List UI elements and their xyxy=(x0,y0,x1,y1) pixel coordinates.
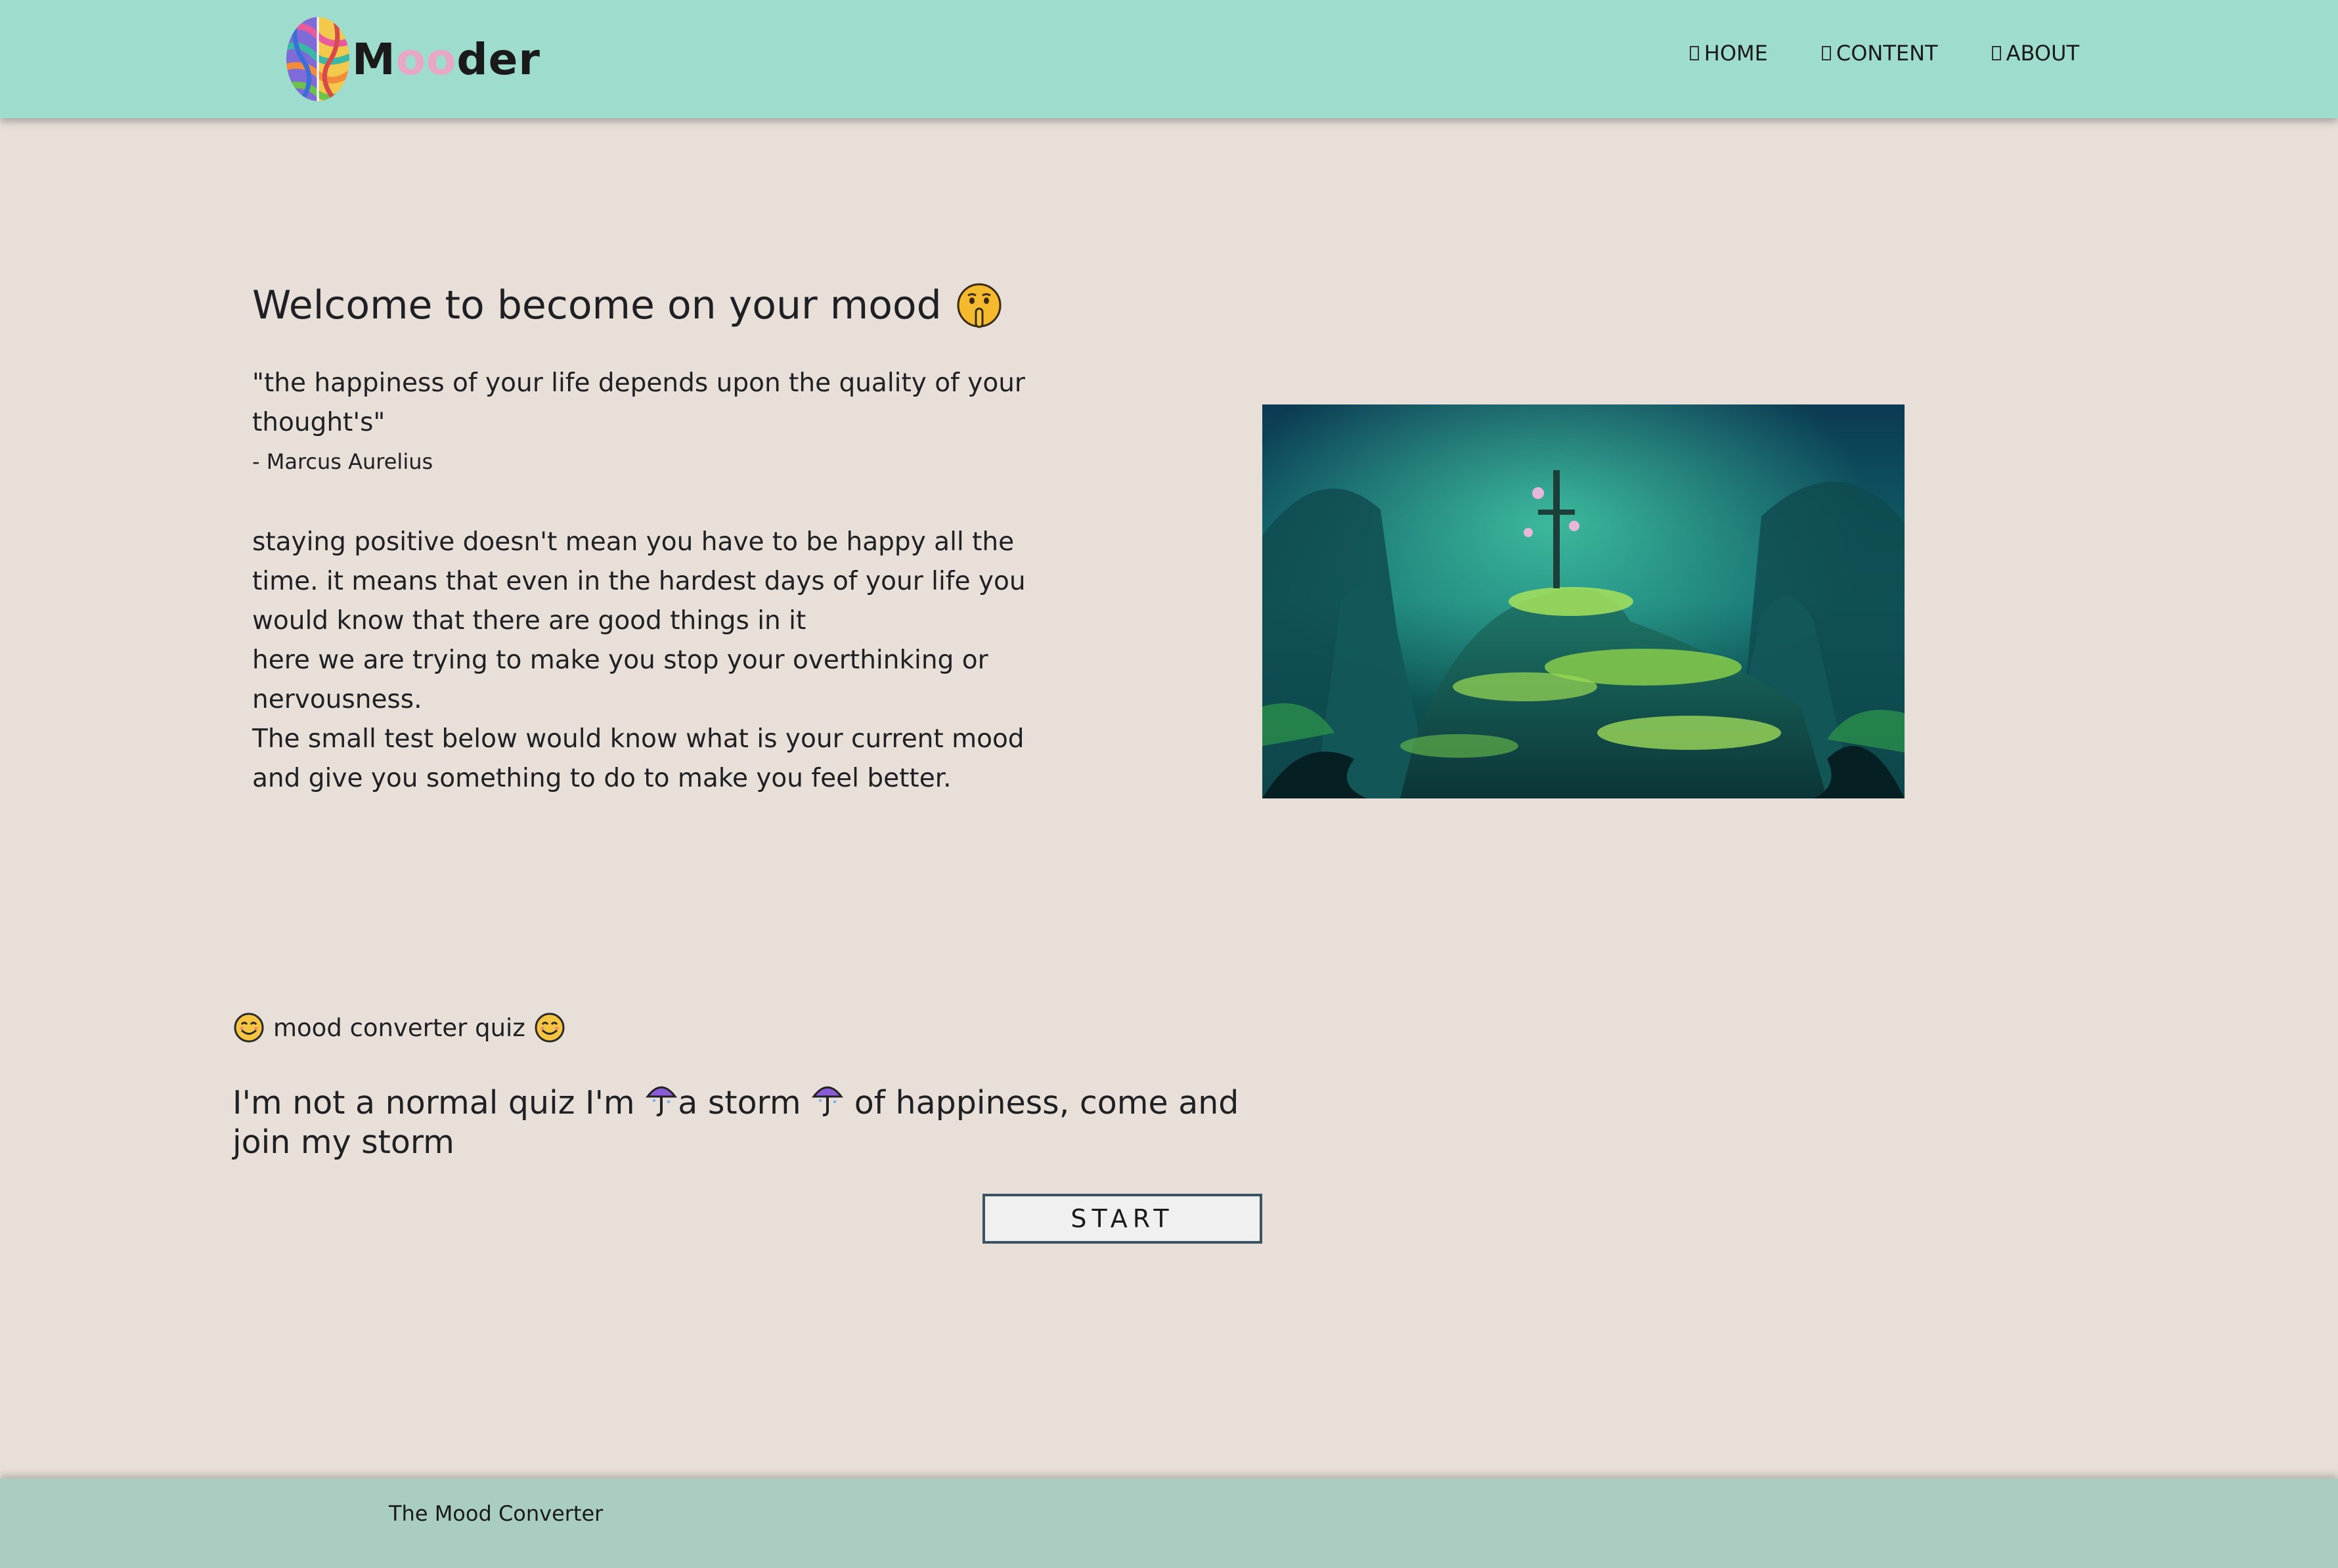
logo-text: Mooder xyxy=(352,33,540,85)
nav-content-label: CONTENT xyxy=(1836,41,1938,66)
content-icon xyxy=(1821,46,1831,60)
quiz-label-text: mood converter quiz xyxy=(273,1013,525,1042)
main-nav: HOME CONTENT ABOUT xyxy=(1689,41,2079,66)
quote-author: - Marcus Aurelius xyxy=(252,449,433,474)
umbrella-icon xyxy=(812,1086,844,1117)
nav-home-label: HOME xyxy=(1704,41,1768,66)
hero-illustration xyxy=(1262,404,1905,798)
nav-home[interactable]: HOME xyxy=(1689,41,1768,66)
brain-logo-icon xyxy=(286,17,349,101)
umbrella-icon xyxy=(646,1086,678,1117)
about-icon xyxy=(1991,46,2001,60)
nav-about[interactable]: ABOUT xyxy=(1991,41,2079,66)
smiling-face-icon xyxy=(234,1013,264,1043)
quiz-label: mood converter quiz xyxy=(234,1013,565,1043)
start-quiz-button[interactable]: START xyxy=(982,1194,1262,1244)
hero-description: staying positive doesn't mean you have t… xyxy=(252,523,1080,798)
quiz-tagline-part: I'm not a normal quiz I'm xyxy=(232,1084,646,1122)
home-icon xyxy=(1689,46,1699,60)
site-footer: The Mood Converter xyxy=(0,1479,2338,1568)
shushing-face-icon xyxy=(957,283,1002,328)
site-header: Mooder HOME CONTENT ABOUT xyxy=(0,0,2338,118)
quiz-tagline-part: a storm xyxy=(678,1084,812,1122)
page-title: Welcome to become on your mood xyxy=(252,282,1002,328)
logo[interactable]: Mooder xyxy=(284,13,540,105)
description-paragraph: here we are trying to make you stop your… xyxy=(252,645,988,714)
nav-about-label: ABOUT xyxy=(2006,41,2079,66)
footer-text: The Mood Converter xyxy=(389,1501,604,1526)
page-title-text: Welcome to become on your mood xyxy=(252,282,942,328)
quiz-tagline: I'm not a normal quiz I'm a storm of hap… xyxy=(232,1081,1250,1162)
description-paragraph: The small test below would know what is … xyxy=(252,724,1025,793)
nav-content[interactable]: CONTENT xyxy=(1821,41,1938,66)
smiling-face-icon xyxy=(535,1013,565,1043)
description-paragraph: staying positive doesn't mean you have t… xyxy=(252,527,1026,636)
hero-quote: "the happiness of your life depends upon… xyxy=(252,368,1025,437)
